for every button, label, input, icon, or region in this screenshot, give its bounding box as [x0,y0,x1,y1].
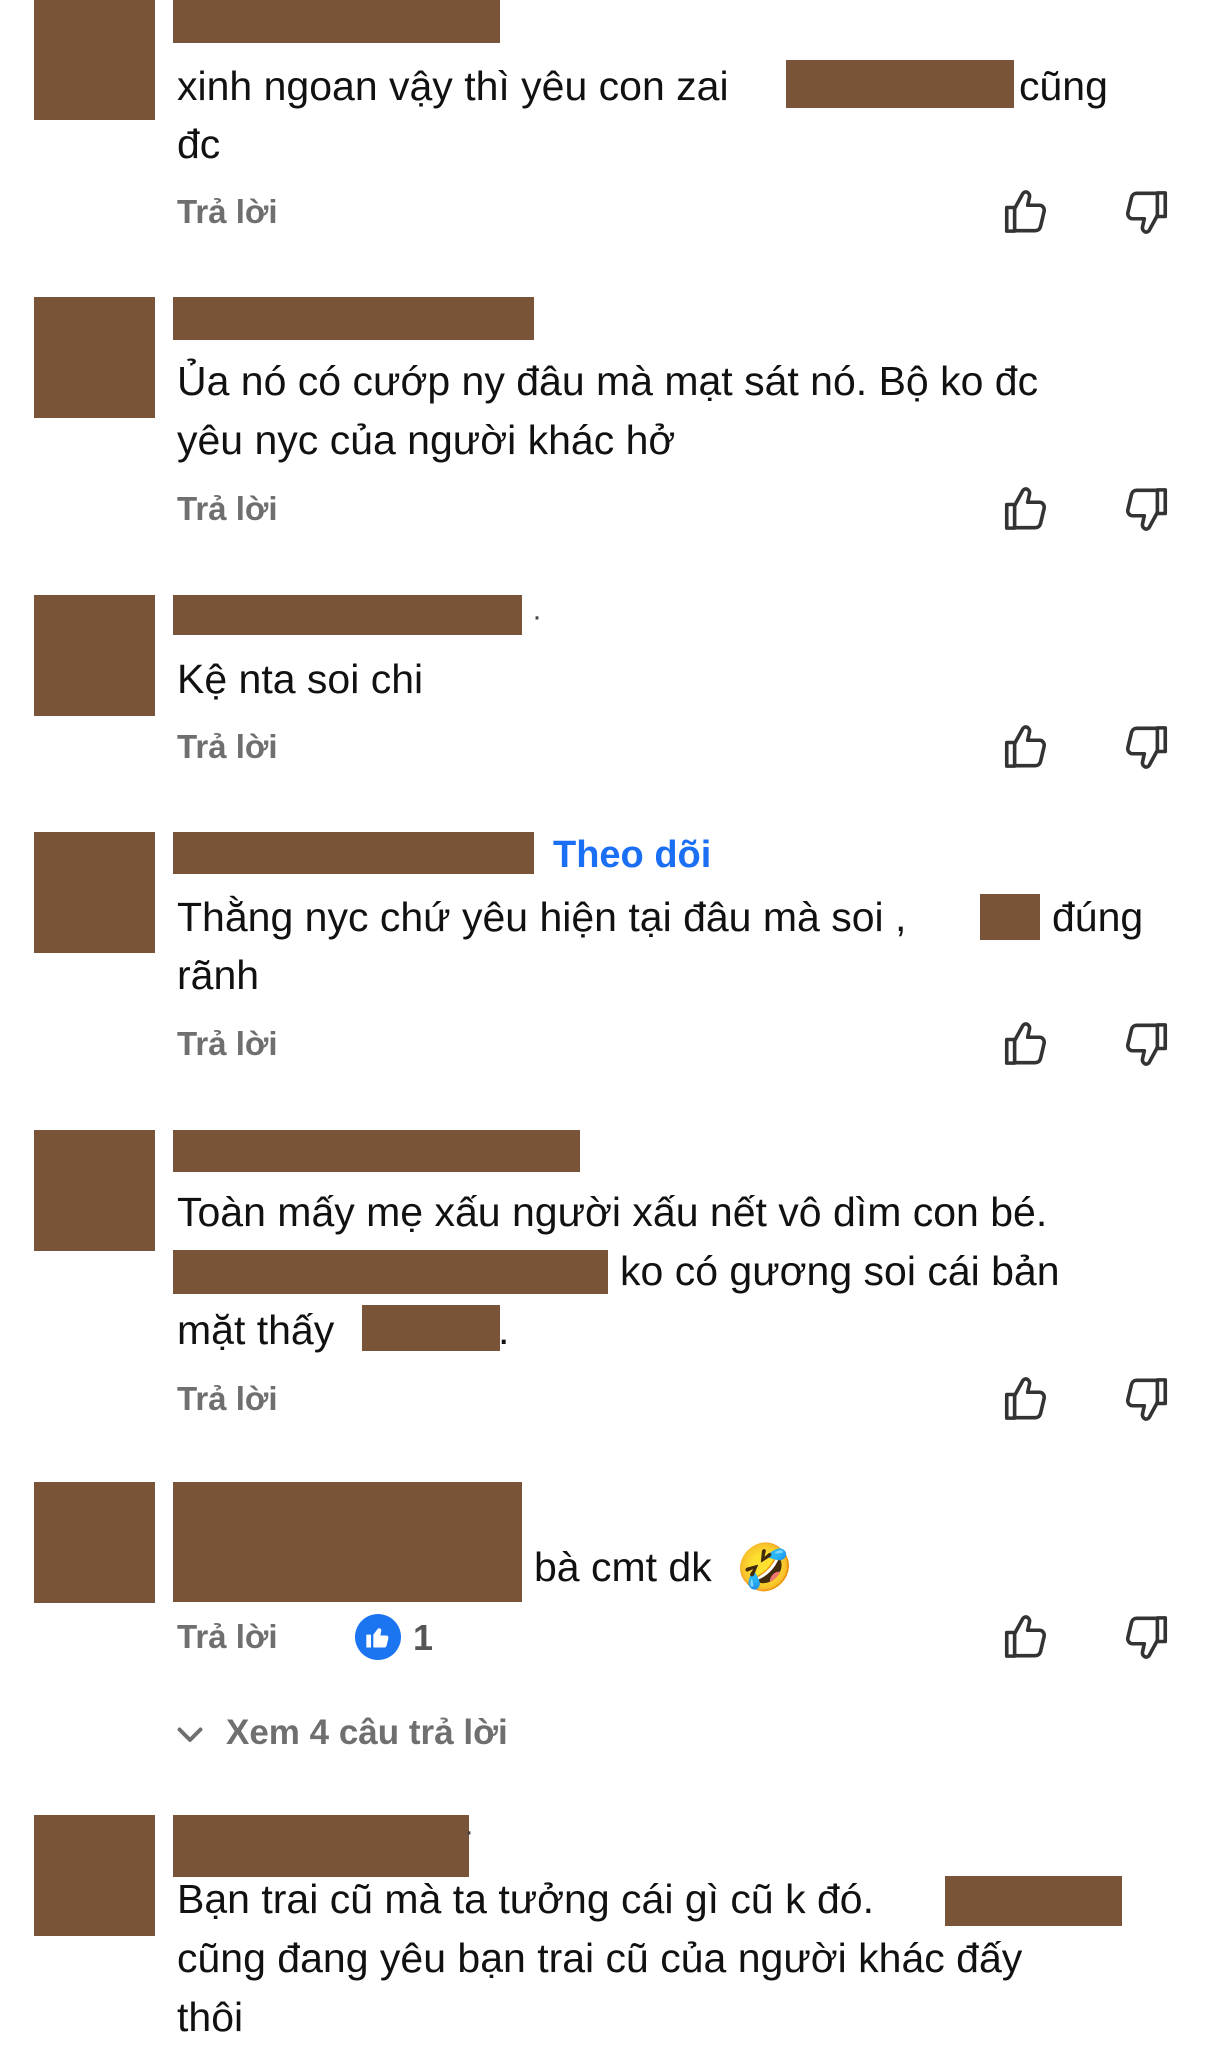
redacted-text [786,60,1014,108]
redacted-username[interactable] [173,1130,580,1172]
redacted-username[interactable] [173,832,534,874]
avatar[interactable] [34,1130,155,1251]
follow-button[interactable]: Theo dõi [553,834,711,877]
reply-button[interactable]: Trả lời [177,193,278,231]
reply-button[interactable]: Trả lời [177,1025,278,1063]
redacted-username[interactable] [173,0,500,43]
redacted-text [980,894,1040,940]
comment-text: mặt thấy [177,1307,335,1353]
thumbs-up-icon[interactable] [1000,720,1054,774]
comment-text: Thằng nyc chứ yêu hiện tại đâu mà soi , [177,894,907,940]
comment-text: Kệ nta soi chi [177,656,424,702]
separator-dot: · [464,1815,474,1848]
separator-dot: · [532,600,542,633]
reply-button[interactable]: Trả lời [177,728,278,766]
thumbs-down-icon[interactable] [1118,720,1172,774]
avatar[interactable] [34,595,155,716]
reaction-count: 1 [413,1617,434,1658]
redacted-text [173,1250,608,1294]
redacted-username[interactable] [173,595,522,635]
rofl-emoji: 🤣 [736,1541,794,1593]
avatar[interactable] [34,832,155,953]
comment-text: thôi [177,1994,244,2040]
redacted-username[interactable] [173,1815,469,1877]
comment-text: cũng đang yêu bạn trai cũ của người khác… [177,1935,1023,1981]
thumbs-up-icon[interactable] [1000,185,1054,239]
redacted-text [945,1876,1122,1926]
avatar[interactable] [34,0,155,120]
avatar[interactable] [34,1815,155,1936]
thumbs-down-icon[interactable] [1118,1017,1172,1071]
comment-text: . [498,1307,510,1353]
thumbs-down-icon[interactable] [1118,185,1172,239]
comment-text: Ủa nó có cướp ny đâu mà mạt sát nó. Bộ k… [177,358,1039,404]
comment-text: cũng [1019,63,1108,109]
avatar[interactable] [34,297,155,418]
comment-text: đc [177,121,221,167]
avatar[interactable] [34,1482,155,1603]
thumbs-down-icon[interactable] [1118,482,1172,536]
thumbs-up-icon[interactable] [1000,1610,1054,1664]
redacted-username-and-text[interactable] [173,1482,522,1602]
comment-text: đúng [1052,894,1144,940]
reply-button[interactable]: Trả lời [177,490,278,528]
reply-button[interactable]: Trả lời [177,1618,278,1656]
redacted-username[interactable] [173,297,534,340]
view-replies-label[interactable]: Xem 4 câu trả lời [226,1713,508,1753]
comment-text: ko có gương soi cái bản [620,1248,1060,1294]
comment-text: rãnh [177,952,260,998]
comment-text: Bạn trai cũ mà ta tưởng cái gì cũ k đó. [177,1876,874,1922]
like-reaction-icon[interactable] [355,1614,401,1660]
thumbs-down-icon[interactable] [1118,1610,1172,1664]
thumbs-up-icon[interactable] [1000,1017,1054,1071]
comment-text: Toàn mấy mẹ xấu người xấu nết vô dìm con… [177,1189,1048,1235]
comment-text: bà cmt dk [534,1544,712,1590]
reply-button[interactable]: Trả lời [177,1380,278,1418]
thumbs-up-icon[interactable] [1000,482,1054,536]
thumbs-up-icon[interactable] [1000,1372,1054,1426]
comment-text: xinh ngoan vậy thì yêu con zai [177,63,729,109]
redacted-text [362,1305,500,1351]
thumbs-down-icon[interactable] [1118,1372,1172,1426]
comment-text: yêu nyc của người khác hở [177,417,676,463]
chevron-down-icon [172,1716,208,1752]
